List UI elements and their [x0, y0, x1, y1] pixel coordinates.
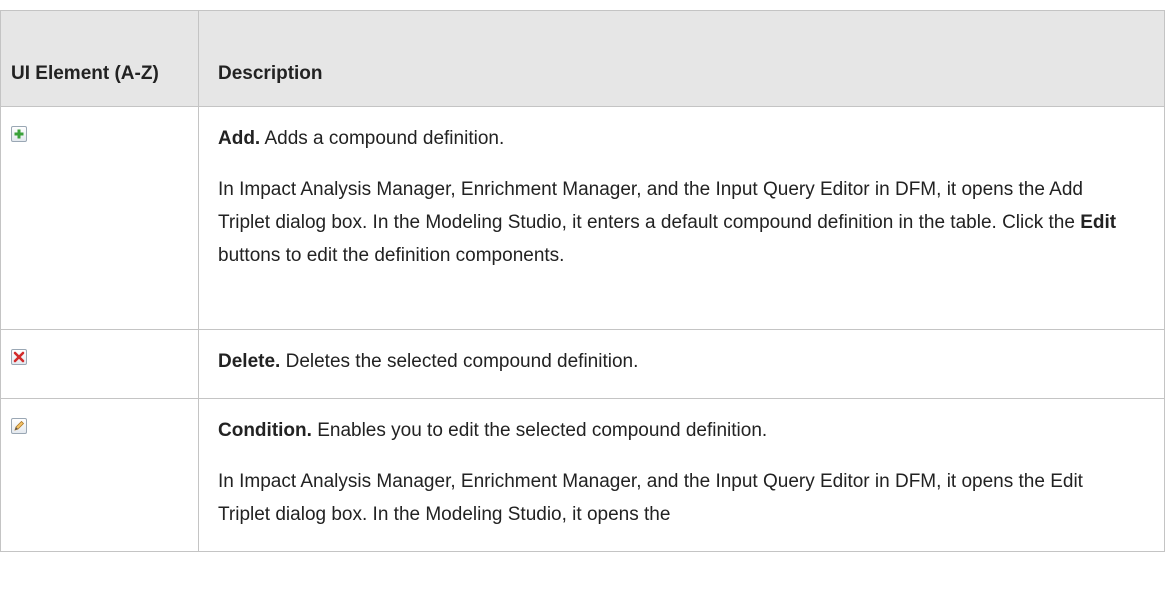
table-row: Condition. Enables you to edit the selec…: [0, 398, 1165, 552]
description-cell: Add. Adds a compound definition. In Impa…: [198, 106, 1165, 330]
element-summary: Deletes the selected compound definition…: [285, 351, 639, 372]
description-paragraph: In Impact Analysis Manager, Enrichment M…: [218, 465, 1124, 531]
element-summary: Enables you to edit the selected compoun…: [317, 420, 768, 441]
description-paragraph: Condition. Enables you to edit the selec…: [218, 414, 1124, 447]
edit-pencil-icon[interactable]: [11, 418, 27, 434]
table-row: Delete. Deletes the selected compound de…: [0, 329, 1165, 399]
description-text: In Impact Analysis Manager, Enrichment M…: [218, 471, 1083, 525]
description-cell: Delete. Deletes the selected compound de…: [198, 329, 1165, 399]
table-header-row: UI Element (A-Z) Description: [0, 10, 1165, 107]
description-paragraph: Add. Adds a compound definition.: [218, 122, 1124, 155]
delete-x-icon[interactable]: [11, 349, 27, 365]
element-title: Add.: [218, 128, 261, 149]
description-paragraph: Delete. Deletes the selected compound de…: [218, 345, 1124, 378]
description-column-header: Description: [198, 10, 1165, 107]
element-title: Condition.: [218, 420, 312, 441]
ui-elements-table: UI Element (A-Z) Description Add. Adds a…: [0, 10, 1165, 552]
description-paragraph: In Impact Analysis Manager, Enrichment M…: [218, 173, 1124, 272]
ui-element-cell: [0, 106, 199, 330]
add-plus-icon[interactable]: [11, 126, 27, 142]
description-text: In Impact Analysis Manager, Enrichment M…: [218, 179, 1083, 233]
element-title: Delete.: [218, 351, 281, 372]
ui-element-cell: [0, 398, 199, 552]
description-text: buttons to edit the definition component…: [218, 245, 565, 266]
description-cell: Condition. Enables you to edit the selec…: [198, 398, 1165, 552]
ui-element-cell: [0, 329, 199, 399]
table-row: Add. Adds a compound definition. In Impa…: [0, 106, 1165, 330]
element-summary: Adds a compound definition.: [264, 128, 505, 149]
ui-element-column-header: UI Element (A-Z): [0, 10, 199, 107]
edit-keyword: Edit: [1080, 212, 1117, 233]
